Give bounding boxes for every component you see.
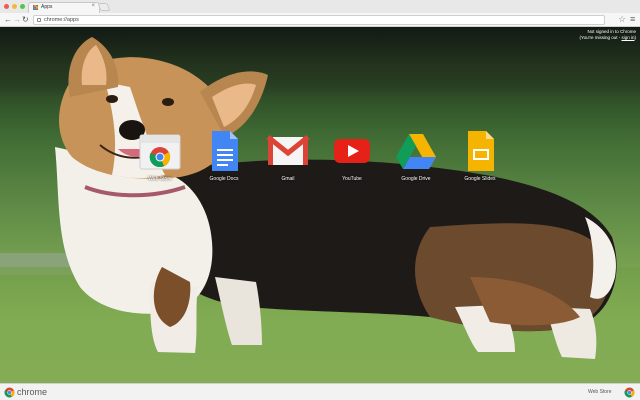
app-youtube[interactable]: YouTube [322,131,382,182]
reload-button[interactable]: ↻ [22,15,29,25]
google-slides-icon [468,131,494,171]
address-bar[interactable]: chrome://apps [33,15,605,25]
web-store-logo-icon[interactable] [624,387,635,398]
google-docs-icon [212,131,238,171]
bookmark-star-icon[interactable]: ☆ [618,14,626,25]
chrome-logo-icon [4,387,15,398]
google-drive-icon [396,134,436,169]
toolbar: ← → ↻ chrome://apps ☆ ≡ [0,13,640,27]
tab-title: Apps [41,4,53,10]
signin-prompt-suffix: ) [634,35,637,40]
corgi-wallpaper [0,37,640,383]
web-store-icon [139,134,181,170]
app-label: Web Store [148,176,172,182]
app-label: YouTube [342,176,362,182]
close-window-button[interactable] [4,4,9,9]
chrome-brand-text: chrome [17,387,48,397]
signin-prompt-text: (You're missing out - [579,35,622,40]
youtube-icon [334,139,370,163]
back-button[interactable]: ← [4,15,12,25]
app-web-store[interactable]: Web Store [130,131,190,182]
address-bar-url: chrome://apps [44,17,79,23]
minimize-window-button[interactable] [12,4,17,9]
tab-close-icon[interactable]: × [91,3,95,9]
web-store-link[interactable]: Web Store [588,389,612,395]
app-google-drive[interactable]: Google Drive [386,131,446,182]
apps-grid-icon [33,5,38,10]
app-label: Google Drive [401,176,431,182]
bottom-bar: chrome Web Store [0,383,640,400]
chrome-menu-icon[interactable]: ≡ [630,14,635,24]
forward-button[interactable]: → [13,15,21,25]
new-tab-button[interactable] [97,3,111,11]
app-gmail[interactable]: Gmail [258,131,318,182]
apps-grid: Web Store Google Docs Gmail YouTube Goog… [130,131,510,191]
title-bar: Apps × [0,0,640,13]
gmail-icon [266,135,310,165]
zoom-window-button[interactable] [20,4,25,9]
new-tab-page: Not signed in to Chrome (You're missing … [0,27,640,383]
signin-notice: Not signed in to Chrome (You're missing … [580,29,636,41]
app-label: Gmail [281,176,295,182]
tab-apps[interactable]: Apps × [28,2,100,13]
app-label: Google Docs [209,176,239,182]
page-icon [37,18,41,22]
app-google-docs[interactable]: Google Docs [194,131,254,182]
signin-link[interactable]: sign in [621,35,634,40]
signin-prompt: (You're missing out - sign in) [580,35,636,41]
app-google-slides[interactable]: Google Slides [450,131,510,182]
app-label: Google Slides [464,176,496,182]
